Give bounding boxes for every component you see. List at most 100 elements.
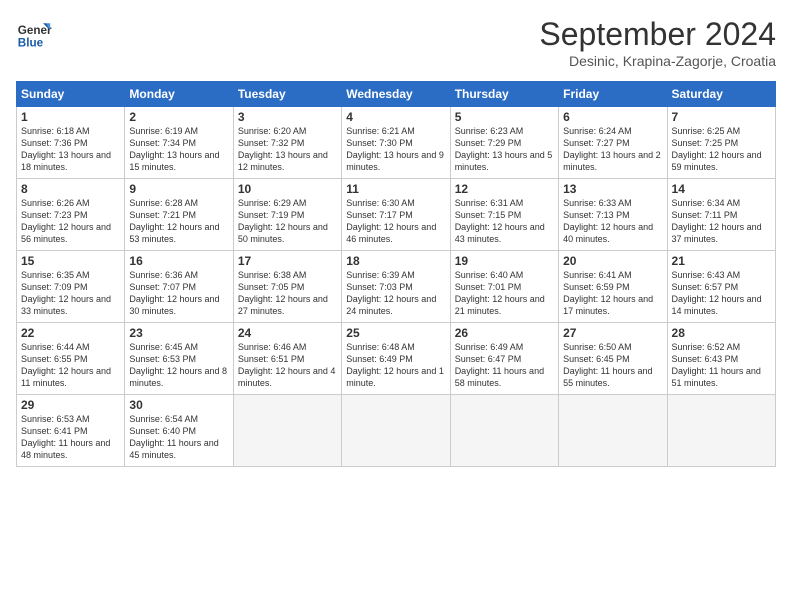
day-info: Sunrise: 6:38 AMSunset: 7:05 PMDaylight:… — [238, 269, 337, 318]
table-row: 19Sunrise: 6:40 AMSunset: 7:01 PMDayligh… — [450, 251, 558, 323]
day-number: 3 — [238, 110, 337, 124]
table-row: 6Sunrise: 6:24 AMSunset: 7:27 PMDaylight… — [559, 107, 667, 179]
day-number: 5 — [455, 110, 554, 124]
day-number: 1 — [21, 110, 120, 124]
day-number: 15 — [21, 254, 120, 268]
day-number: 22 — [21, 326, 120, 340]
day-number: 27 — [563, 326, 662, 340]
table-row: 30Sunrise: 6:54 AMSunset: 6:40 PMDayligh… — [125, 395, 233, 467]
day-info: Sunrise: 6:30 AMSunset: 7:17 PMDaylight:… — [346, 197, 445, 246]
col-monday: Monday — [125, 82, 233, 107]
day-info: Sunrise: 6:24 AMSunset: 7:27 PMDaylight:… — [563, 125, 662, 174]
table-row: 20Sunrise: 6:41 AMSunset: 6:59 PMDayligh… — [559, 251, 667, 323]
day-info: Sunrise: 6:53 AMSunset: 6:41 PMDaylight:… — [21, 413, 120, 462]
day-info: Sunrise: 6:19 AMSunset: 7:34 PMDaylight:… — [129, 125, 228, 174]
day-info: Sunrise: 6:26 AMSunset: 7:23 PMDaylight:… — [21, 197, 120, 246]
table-row: 29Sunrise: 6:53 AMSunset: 6:41 PMDayligh… — [17, 395, 125, 467]
day-number: 18 — [346, 254, 445, 268]
day-number: 19 — [455, 254, 554, 268]
day-info: Sunrise: 6:25 AMSunset: 7:25 PMDaylight:… — [672, 125, 771, 174]
table-row: 26Sunrise: 6:49 AMSunset: 6:47 PMDayligh… — [450, 323, 558, 395]
day-info: Sunrise: 6:45 AMSunset: 6:53 PMDaylight:… — [129, 341, 228, 390]
calendar-table: Sunday Monday Tuesday Wednesday Thursday… — [16, 81, 776, 467]
day-number: 24 — [238, 326, 337, 340]
table-row: 2Sunrise: 6:19 AMSunset: 7:34 PMDaylight… — [125, 107, 233, 179]
month-title: September 2024 — [539, 16, 776, 53]
logo: General Blue — [16, 16, 52, 52]
day-number: 23 — [129, 326, 228, 340]
day-number: 7 — [672, 110, 771, 124]
table-row: 4Sunrise: 6:21 AMSunset: 7:30 PMDaylight… — [342, 107, 450, 179]
day-number: 14 — [672, 182, 771, 196]
day-info: Sunrise: 6:50 AMSunset: 6:45 PMDaylight:… — [563, 341, 662, 390]
table-row: 10Sunrise: 6:29 AMSunset: 7:19 PMDayligh… — [233, 179, 341, 251]
table-row: 25Sunrise: 6:48 AMSunset: 6:49 PMDayligh… — [342, 323, 450, 395]
day-number: 25 — [346, 326, 445, 340]
col-thursday: Thursday — [450, 82, 558, 107]
day-info: Sunrise: 6:40 AMSunset: 7:01 PMDaylight:… — [455, 269, 554, 318]
day-number: 17 — [238, 254, 337, 268]
header: General Blue September 2024 Desinic, Kra… — [16, 16, 776, 69]
day-info: Sunrise: 6:54 AMSunset: 6:40 PMDaylight:… — [129, 413, 228, 462]
day-number: 29 — [21, 398, 120, 412]
day-number: 8 — [21, 182, 120, 196]
day-info: Sunrise: 6:31 AMSunset: 7:15 PMDaylight:… — [455, 197, 554, 246]
day-info: Sunrise: 6:20 AMSunset: 7:32 PMDaylight:… — [238, 125, 337, 174]
day-number: 11 — [346, 182, 445, 196]
day-number: 30 — [129, 398, 228, 412]
table-row: 7Sunrise: 6:25 AMSunset: 7:25 PMDaylight… — [667, 107, 775, 179]
table-row: 5Sunrise: 6:23 AMSunset: 7:29 PMDaylight… — [450, 107, 558, 179]
day-info: Sunrise: 6:28 AMSunset: 7:21 PMDaylight:… — [129, 197, 228, 246]
table-row: 16Sunrise: 6:36 AMSunset: 7:07 PMDayligh… — [125, 251, 233, 323]
col-sunday: Sunday — [17, 82, 125, 107]
table-row — [233, 395, 341, 467]
table-row — [667, 395, 775, 467]
table-row: 23Sunrise: 6:45 AMSunset: 6:53 PMDayligh… — [125, 323, 233, 395]
day-info: Sunrise: 6:18 AMSunset: 7:36 PMDaylight:… — [21, 125, 120, 174]
location: Desinic, Krapina-Zagorje, Croatia — [539, 53, 776, 69]
day-number: 20 — [563, 254, 662, 268]
day-number: 16 — [129, 254, 228, 268]
svg-text:Blue: Blue — [18, 37, 44, 50]
table-row: 1Sunrise: 6:18 AMSunset: 7:36 PMDaylight… — [17, 107, 125, 179]
day-info: Sunrise: 6:29 AMSunset: 7:19 PMDaylight:… — [238, 197, 337, 246]
day-info: Sunrise: 6:23 AMSunset: 7:29 PMDaylight:… — [455, 125, 554, 174]
col-friday: Friday — [559, 82, 667, 107]
day-info: Sunrise: 6:49 AMSunset: 6:47 PMDaylight:… — [455, 341, 554, 390]
day-info: Sunrise: 6:39 AMSunset: 7:03 PMDaylight:… — [346, 269, 445, 318]
table-row: 28Sunrise: 6:52 AMSunset: 6:43 PMDayligh… — [667, 323, 775, 395]
table-row: 12Sunrise: 6:31 AMSunset: 7:15 PMDayligh… — [450, 179, 558, 251]
day-info: Sunrise: 6:21 AMSunset: 7:30 PMDaylight:… — [346, 125, 445, 174]
col-wednesday: Wednesday — [342, 82, 450, 107]
day-number: 21 — [672, 254, 771, 268]
day-info: Sunrise: 6:36 AMSunset: 7:07 PMDaylight:… — [129, 269, 228, 318]
day-number: 12 — [455, 182, 554, 196]
table-row — [342, 395, 450, 467]
day-number: 26 — [455, 326, 554, 340]
page-container: General Blue September 2024 Desinic, Kra… — [0, 0, 792, 475]
day-info: Sunrise: 6:43 AMSunset: 6:57 PMDaylight:… — [672, 269, 771, 318]
day-info: Sunrise: 6:46 AMSunset: 6:51 PMDaylight:… — [238, 341, 337, 390]
day-number: 2 — [129, 110, 228, 124]
table-row: 3Sunrise: 6:20 AMSunset: 7:32 PMDaylight… — [233, 107, 341, 179]
table-row: 27Sunrise: 6:50 AMSunset: 6:45 PMDayligh… — [559, 323, 667, 395]
table-row: 11Sunrise: 6:30 AMSunset: 7:17 PMDayligh… — [342, 179, 450, 251]
logo-icon: General Blue — [16, 16, 52, 52]
day-info: Sunrise: 6:33 AMSunset: 7:13 PMDaylight:… — [563, 197, 662, 246]
day-info: Sunrise: 6:48 AMSunset: 6:49 PMDaylight:… — [346, 341, 445, 390]
day-number: 28 — [672, 326, 771, 340]
day-info: Sunrise: 6:44 AMSunset: 6:55 PMDaylight:… — [21, 341, 120, 390]
table-row: 24Sunrise: 6:46 AMSunset: 6:51 PMDayligh… — [233, 323, 341, 395]
table-row — [450, 395, 558, 467]
day-info: Sunrise: 6:34 AMSunset: 7:11 PMDaylight:… — [672, 197, 771, 246]
day-number: 9 — [129, 182, 228, 196]
table-row: 15Sunrise: 6:35 AMSunset: 7:09 PMDayligh… — [17, 251, 125, 323]
table-row: 9Sunrise: 6:28 AMSunset: 7:21 PMDaylight… — [125, 179, 233, 251]
day-number: 13 — [563, 182, 662, 196]
day-info: Sunrise: 6:52 AMSunset: 6:43 PMDaylight:… — [672, 341, 771, 390]
table-row: 13Sunrise: 6:33 AMSunset: 7:13 PMDayligh… — [559, 179, 667, 251]
table-row — [559, 395, 667, 467]
col-saturday: Saturday — [667, 82, 775, 107]
day-number: 10 — [238, 182, 337, 196]
table-row: 21Sunrise: 6:43 AMSunset: 6:57 PMDayligh… — [667, 251, 775, 323]
